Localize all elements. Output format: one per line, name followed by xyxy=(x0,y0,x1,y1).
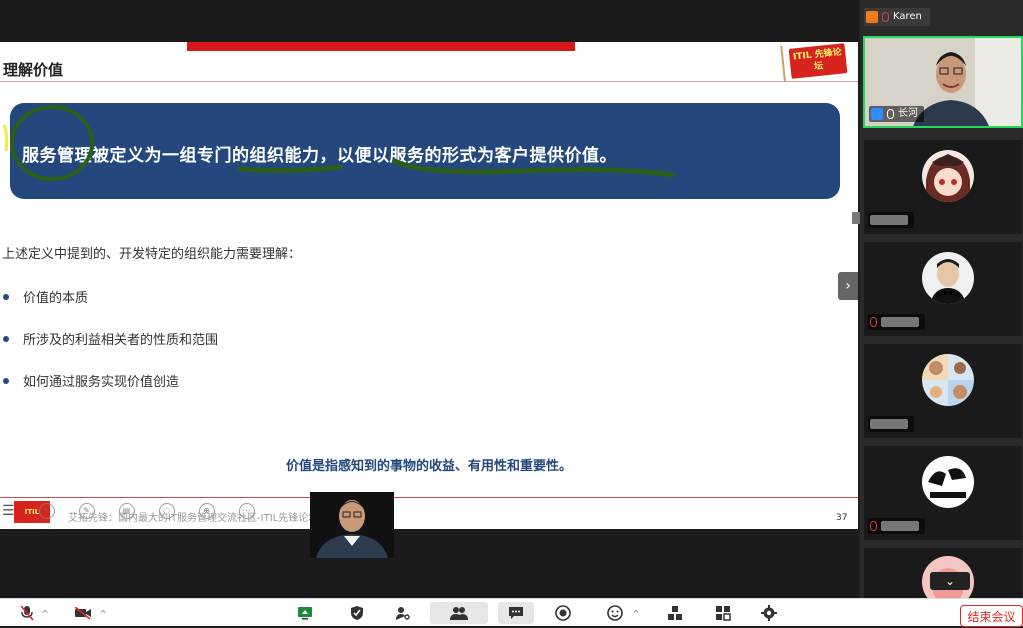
apps-grid-icon xyxy=(716,606,731,621)
person-key-icon xyxy=(396,607,410,620)
meeting-toolbar: ^ ^ ^ xyxy=(0,598,1023,626)
participants-button[interactable] xyxy=(430,602,488,624)
share-screen-button[interactable] xyxy=(290,602,320,624)
bullet-dot-icon xyxy=(3,335,9,342)
settings-button[interactable] xyxy=(754,602,784,624)
intro-text: 上述定义中提到的、开发特定的组织能力需要理解： xyxy=(2,247,302,262)
breakout-rooms-icon xyxy=(668,606,682,620)
blurred-name xyxy=(870,419,908,429)
mic-muted-icon xyxy=(870,521,877,531)
presenter-video xyxy=(310,492,394,558)
logo-avatar xyxy=(922,456,974,508)
record-icon xyxy=(555,605,571,621)
anime-avatar xyxy=(922,150,974,202)
host-tools-button[interactable] xyxy=(388,602,418,624)
participant-label-top[interactable]: Karen xyxy=(864,8,930,26)
mic-icon xyxy=(887,109,894,119)
reactions-icon xyxy=(606,605,623,621)
bullet-label: 如何通过服务实现价值创造 xyxy=(23,375,180,390)
video-button[interactable]: ^ xyxy=(68,602,112,624)
slide-title: 理解价值 xyxy=(3,61,64,79)
menu-icon[interactable]: ☰ xyxy=(2,503,15,519)
bullet-dot-icon xyxy=(3,293,9,300)
definition-text: 服务管理被定义为一组专门的组织能力，以便以服务的形式为客户提供价值。 xyxy=(22,146,617,166)
bullet-dot-icon xyxy=(3,377,9,384)
blurred-name xyxy=(881,521,919,531)
bullet-item: 价值的本质 xyxy=(0,287,88,306)
share-screen-icon xyxy=(298,607,312,620)
footer-divider xyxy=(0,497,858,498)
participant-label xyxy=(868,314,925,330)
participants-icon xyxy=(450,607,468,620)
apps-button[interactable] xyxy=(708,602,738,624)
participant-label: 长河 xyxy=(869,106,924,122)
person-icon xyxy=(866,11,878,23)
reactions-button[interactable]: ^ xyxy=(604,602,642,624)
itil-flag-logo: ITIL 先锋论坛 xyxy=(788,43,848,79)
mic-muted-icon xyxy=(870,317,877,327)
split-handle[interactable] xyxy=(852,212,860,224)
security-button[interactable] xyxy=(342,602,372,624)
chevron-up-icon[interactable]: ^ xyxy=(100,609,107,618)
breakout-rooms-button[interactable] xyxy=(660,602,690,624)
blurred-name xyxy=(881,317,919,327)
participant-name: Karen xyxy=(893,11,922,22)
pointer-icon[interactable]: ↖ xyxy=(38,503,55,519)
participant-tile[interactable] xyxy=(864,242,1022,336)
mic-muted-icon xyxy=(882,12,889,22)
end-meeting-button[interactable]: 结束会议 xyxy=(960,605,1023,627)
chat-button[interactable] xyxy=(498,602,534,624)
chat-icon xyxy=(509,607,523,619)
slide-red-bar xyxy=(187,42,575,51)
collage-avatar xyxy=(922,354,974,406)
chevron-right-icon[interactable]: › xyxy=(838,272,858,300)
bowtie-avatar xyxy=(922,252,974,304)
participant-tile[interactable] xyxy=(864,446,1022,540)
shield-icon xyxy=(351,606,363,620)
participant-label xyxy=(868,518,925,534)
title-divider xyxy=(0,81,858,82)
bullet-item: 如何通过服务实现价值创造 xyxy=(0,371,179,390)
participant-tile[interactable] xyxy=(864,344,1022,438)
chevron-down-icon[interactable]: ⌄ xyxy=(930,572,970,590)
mic-muted-icon xyxy=(20,605,34,621)
page-number: 37 xyxy=(836,513,848,523)
blurred-name xyxy=(870,215,908,225)
participant-name: 长河 xyxy=(898,108,918,119)
person-icon xyxy=(871,108,883,120)
bullet-item: 所涉及的利益相关者的性质和范围 xyxy=(0,329,218,348)
participant-tile[interactable] xyxy=(864,140,1022,234)
chevron-up-icon[interactable]: ^ xyxy=(633,609,640,618)
shared-screen: 理解价值 ITIL 先锋论坛 服务管理被定义为一组专门的组织能力，以便以服务的形… xyxy=(0,0,858,598)
participant-label xyxy=(868,416,914,432)
record-button[interactable] xyxy=(548,602,578,624)
gear-icon xyxy=(761,605,777,621)
bullet-label: 所涉及的利益相关者的性质和范围 xyxy=(23,333,219,348)
mute-button[interactable]: ^ xyxy=(14,602,54,624)
value-definition: 价值是指感知到的事物的收益、有用性和重要性。 xyxy=(285,459,572,474)
active-speaker-tile[interactable]: 长河 xyxy=(863,36,1023,128)
video-off-icon xyxy=(74,607,91,619)
bullet-label: 价值的本质 xyxy=(23,291,89,306)
chevron-up-icon[interactable]: ^ xyxy=(42,609,49,618)
participant-label xyxy=(868,212,914,228)
